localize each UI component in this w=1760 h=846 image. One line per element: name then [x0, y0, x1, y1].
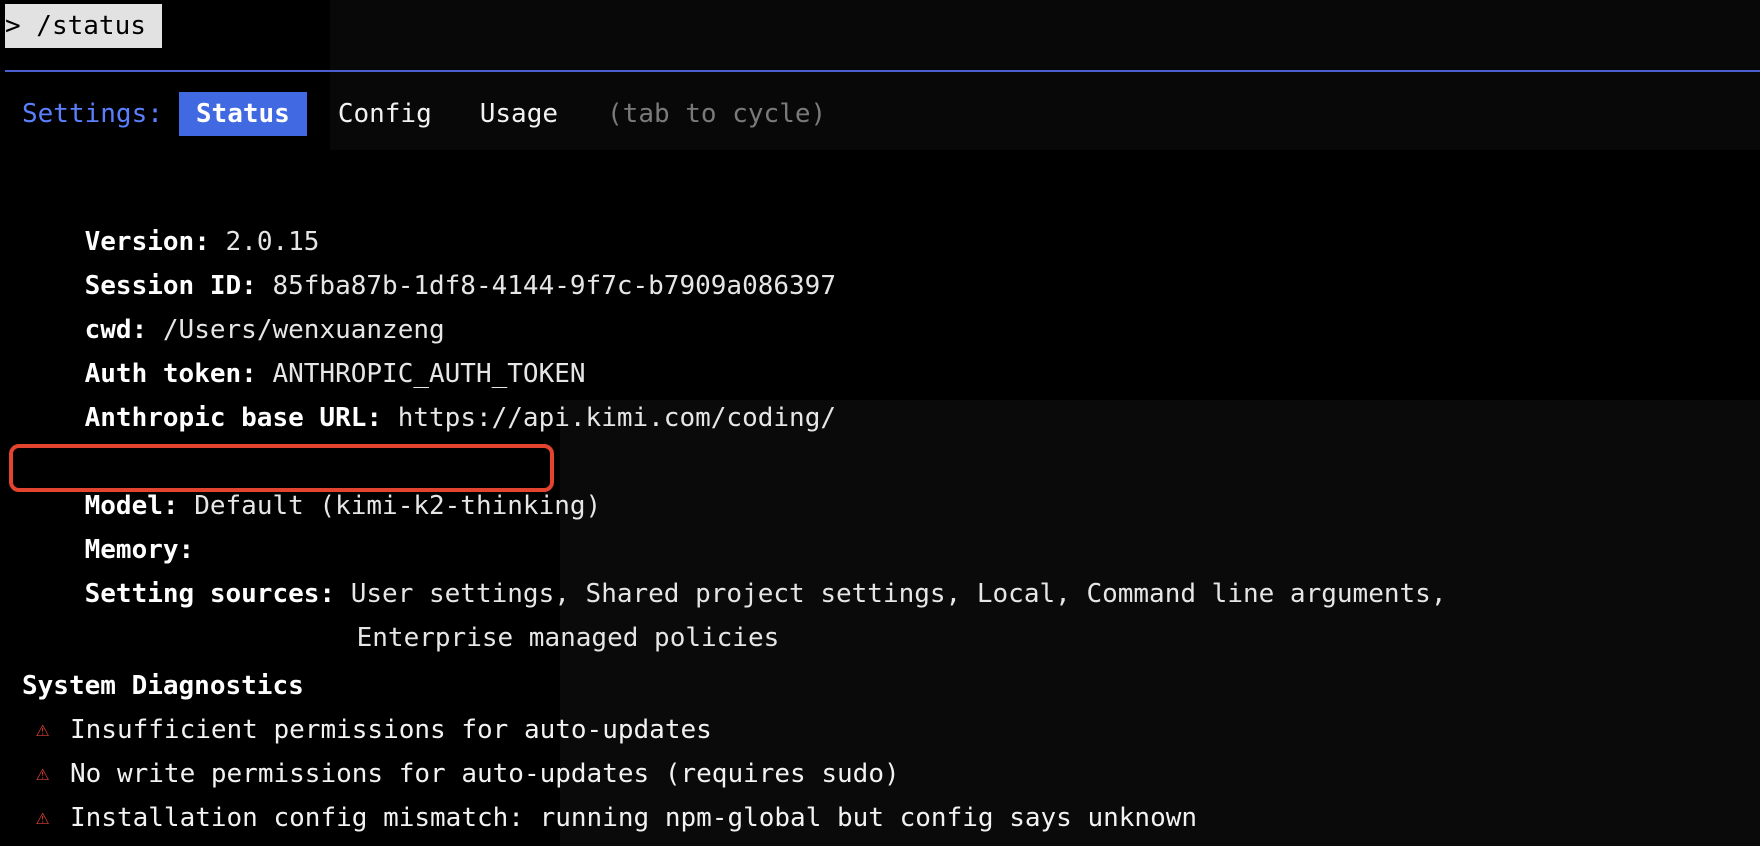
- diagnostics-title: System Diagnostics: [22, 671, 304, 701]
- memory-row: Memory:: [22, 490, 195, 565]
- warning-triangle-icon: ⚠: [36, 805, 50, 830]
- baseurl-key: Anthropic base URL:: [84, 403, 383, 433]
- session-row: Session ID: 85fba87b-1df8-4144-9f7c-b790…: [22, 226, 836, 301]
- diagnostic-item: ⚠ No write permissions for auto-updates (…: [36, 754, 900, 794]
- warning-triangle-icon: ⚠: [36, 717, 50, 742]
- warning-triangle-icon: ⚠: [36, 761, 50, 786]
- sources-row-continued: Enterprise managed policies: [294, 578, 780, 653]
- baseurl-row: Anthropic base URL: https://api.kimi.com…: [22, 358, 836, 433]
- model-row: Model: Default (kimi-k2-thinking): [22, 446, 602, 521]
- sources-value-line2: Enterprise managed policies: [356, 623, 780, 653]
- command-prompt[interactable]: > /status: [5, 4, 162, 48]
- model-value: Default (kimi-k2-thinking): [194, 491, 602, 521]
- diagnostic-text: No write permissions for auto-updates (r…: [70, 759, 900, 789]
- tab-hint: (tab to cycle): [607, 99, 827, 129]
- tab-status[interactable]: Status: [178, 92, 307, 136]
- version-row: Version: 2.0.15: [22, 182, 320, 257]
- divider-line: [5, 70, 1760, 72]
- settings-tabs: Settings: Status Config Usage (tab to cy…: [22, 92, 826, 136]
- diagnostic-item: ⚠ Installation config mismatch: running n…: [36, 798, 1197, 838]
- sources-row: Setting sources: User settings, Shared p…: [22, 534, 1447, 609]
- settings-heading: Settings:: [22, 99, 163, 129]
- diagnostic-text: Insufficient permissions for auto-update…: [70, 715, 712, 745]
- auth-row: Auth token: ANTHROPIC_AUTH_TOKEN: [22, 314, 586, 389]
- tab-usage[interactable]: Usage: [463, 92, 575, 136]
- diagnostic-item: ⚠ Insufficient permissions for auto-updat…: [36, 710, 712, 750]
- diagnostic-text: Installation config mismatch: running np…: [70, 803, 1198, 833]
- terminal-window: > /status Settings: Status Config Usage …: [0, 0, 1760, 846]
- tab-config[interactable]: Config: [321, 92, 449, 136]
- cwd-row: cwd: /Users/wenxuanzeng: [22, 270, 445, 345]
- baseurl-value: https://api.kimi.com/coding/: [397, 403, 836, 433]
